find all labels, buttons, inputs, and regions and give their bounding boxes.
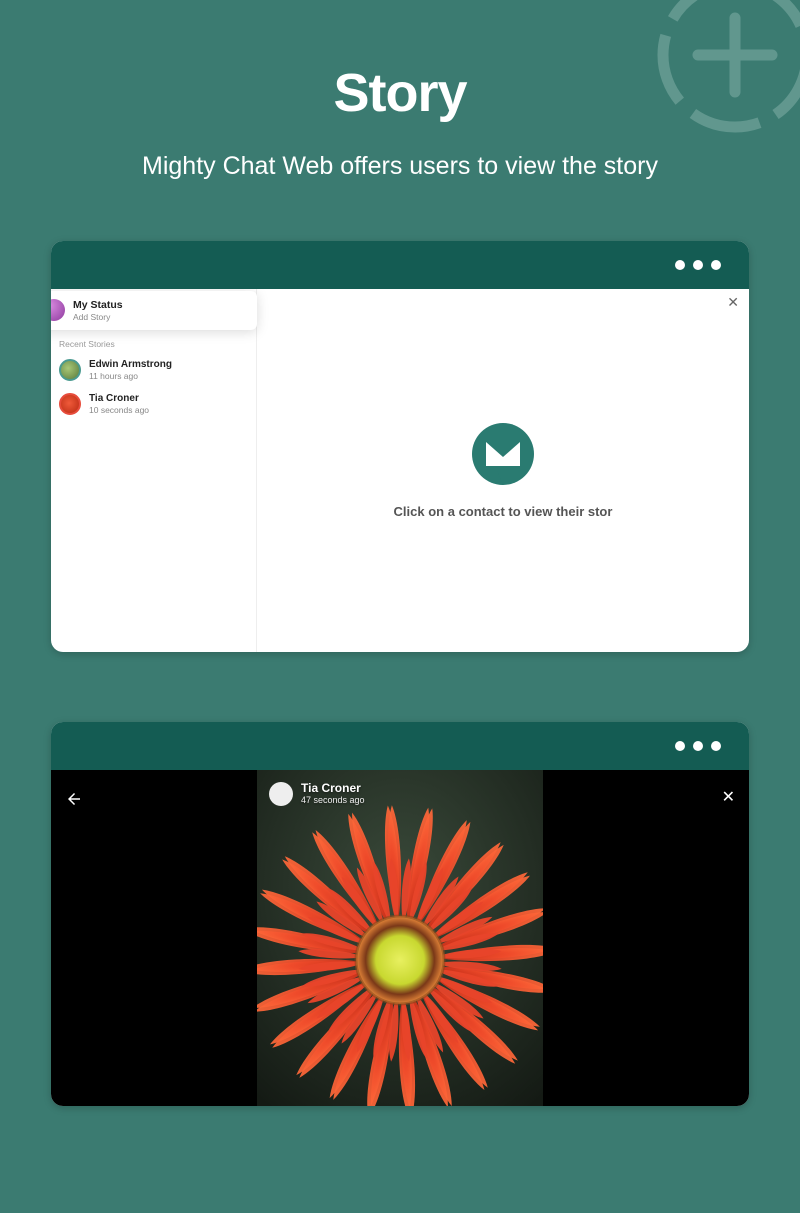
window-titlebar [51, 241, 749, 289]
back-arrow-icon[interactable] [65, 790, 83, 813]
story-viewer-header: Tia Croner 47 seconds ago [269, 782, 365, 806]
story-avatar [59, 393, 81, 415]
page-subtitle: Mighty Chat Web offers users to view the… [0, 152, 800, 181]
story-list-window: My Status Add Story Recent Stories Edwin… [51, 241, 749, 652]
story-time: 11 hours ago [89, 371, 172, 381]
close-icon[interactable]: ✕ [727, 295, 739, 309]
story-viewer-window: ✕ [51, 722, 749, 1106]
story-item-tia[interactable]: Tia Croner 10 seconds ago [51, 387, 256, 421]
story-name: Tia Croner [89, 393, 149, 405]
story-time: 10 seconds ago [89, 405, 149, 415]
story-name: Edwin Armstrong [89, 359, 172, 371]
window-dot [693, 741, 703, 751]
plus-circle-decoration [650, 0, 800, 140]
viewer-time: 47 seconds ago [301, 796, 365, 806]
story-image[interactable]: Tia Croner 47 seconds ago [257, 770, 543, 1106]
story-item-edwin[interactable]: Edwin Armstrong 11 hours ago [51, 353, 256, 387]
viewer-avatar [269, 782, 293, 806]
my-status-avatar [51, 299, 65, 321]
window-dot [711, 260, 721, 270]
app-logo-icon [471, 422, 535, 486]
stories-sidebar: My Status Add Story Recent Stories Edwin… [51, 289, 257, 652]
window-dot [675, 741, 685, 751]
my-status-card[interactable]: My Status Add Story [51, 291, 257, 330]
my-status-sub: Add Story [73, 312, 123, 322]
window-dot [711, 741, 721, 751]
placeholder-hint: Click on a contact to view their stor [394, 504, 613, 519]
my-status-name: My Status [73, 299, 123, 312]
story-avatar [59, 359, 81, 381]
close-icon[interactable]: ✕ [722, 790, 735, 806]
story-placeholder-pane: ✕ Click on a contact to view their stor [257, 289, 749, 652]
window-dot [693, 260, 703, 270]
viewer-name: Tia Croner [301, 782, 365, 795]
window-titlebar [51, 722, 749, 770]
window-dot [675, 260, 685, 270]
